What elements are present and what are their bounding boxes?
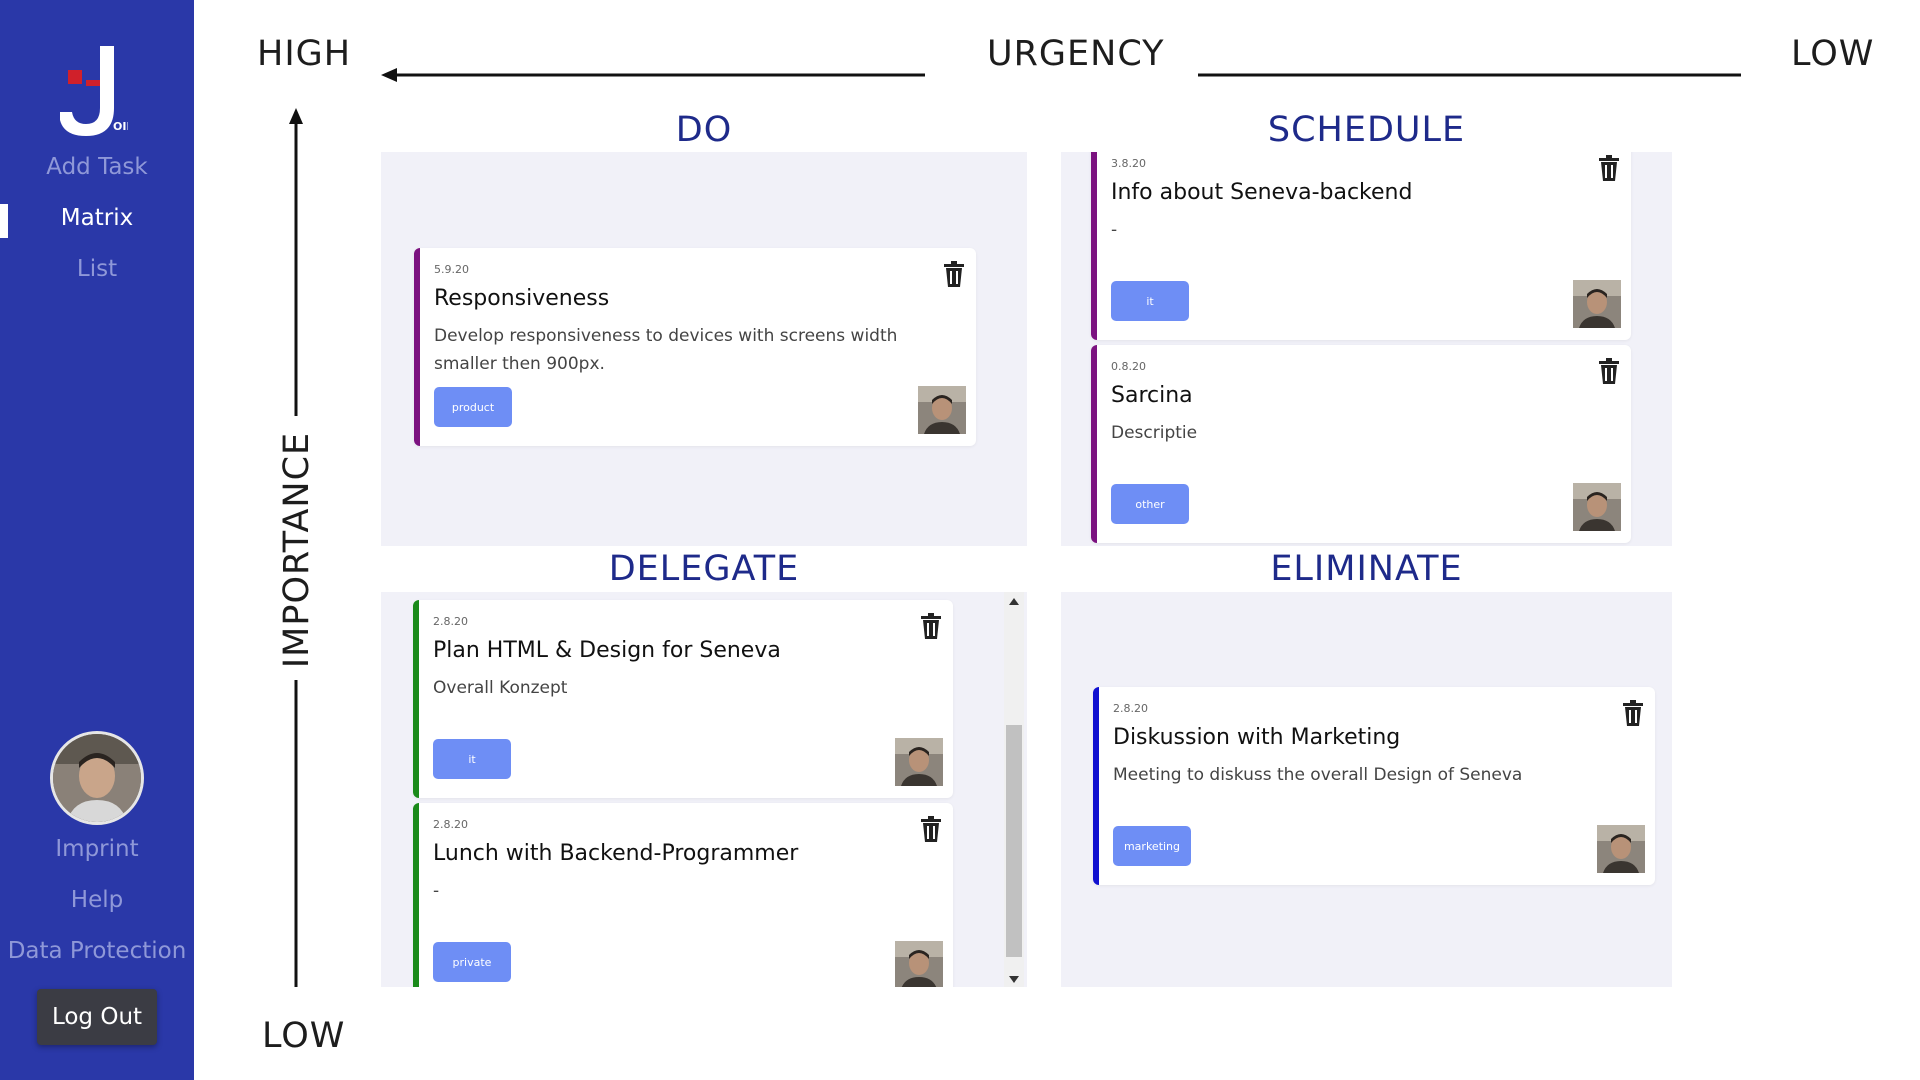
quadrant-title-do: DO xyxy=(675,110,733,150)
assignee-avatar xyxy=(895,941,943,987)
assignee-avatar xyxy=(918,386,966,434)
scrollbar-thumb[interactable] xyxy=(1006,725,1022,957)
task-date: 3.8.20 xyxy=(1111,157,1146,170)
assignee-avatar xyxy=(1573,280,1621,328)
task-description: Develop responsiveness to devices with s… xyxy=(434,326,898,374)
task-title: Responsiveness xyxy=(434,286,610,311)
quadrant-title-delegate: DELEGATE xyxy=(608,549,800,589)
trash-icon[interactable] xyxy=(1597,357,1621,385)
task-date: 2.8.20 xyxy=(433,615,468,628)
task-card[interactable]: 3.8.20 Info about Seneva-backend - it xyxy=(1091,152,1631,340)
quadrant-title-eliminate: ELIMINATE xyxy=(1270,549,1463,589)
task-color-bar xyxy=(413,803,419,987)
delegate-scrollbar[interactable] xyxy=(1004,592,1024,987)
arrow-left-icon xyxy=(381,68,397,82)
task-color-bar xyxy=(414,248,420,446)
task-tag[interactable]: marketing xyxy=(1113,826,1191,866)
task-description: Meeting to diskuss the overall Design of… xyxy=(1113,765,1523,785)
task-color-bar xyxy=(1093,687,1099,885)
scroll-up-arrow-icon[interactable] xyxy=(1004,594,1024,608)
task-card[interactable]: 2.8.20 Diskussion with Marketing Meeting… xyxy=(1093,687,1655,885)
task-date: 0.8.20 xyxy=(1111,360,1146,373)
task-tag[interactable]: other xyxy=(1111,484,1189,524)
task-card[interactable]: 0.8.20 Sarcina Descriptie other xyxy=(1091,345,1631,543)
task-title: Sarcina xyxy=(1111,383,1193,408)
trash-icon[interactable] xyxy=(919,612,943,640)
task-tag[interactable]: it xyxy=(1111,281,1189,321)
quadrant-schedule: 3.8.20 Info about Seneva-backend - it 0.… xyxy=(1061,152,1672,546)
assignee-avatar xyxy=(895,738,943,786)
quadrant-do: 5.9.20 Responsiveness Develop responsive… xyxy=(381,152,1027,546)
quadrant-delegate: 2.8.20 Plan HTML & Design for Seneva Ove… xyxy=(381,592,1027,987)
task-color-bar xyxy=(1091,152,1097,340)
task-title: Info about Seneva-backend xyxy=(1111,180,1413,205)
task-title: Lunch with Backend-Programmer xyxy=(433,841,799,866)
task-tag[interactable]: private xyxy=(433,942,511,982)
quadrant-title-schedule: SCHEDULE xyxy=(1267,110,1466,150)
task-title: Plan HTML & Design for Seneva xyxy=(433,638,781,663)
task-tag[interactable]: product xyxy=(434,387,512,427)
trash-icon[interactable] xyxy=(1597,154,1621,182)
scroll-down-arrow-icon[interactable] xyxy=(1004,971,1024,985)
task-color-bar xyxy=(1091,345,1097,543)
task-title: Diskussion with Marketing xyxy=(1113,725,1401,750)
trash-icon[interactable] xyxy=(942,260,966,288)
assignee-avatar xyxy=(1573,483,1621,531)
task-description: Descriptie xyxy=(1111,423,1198,443)
arrow-up-icon xyxy=(289,108,303,124)
trash-icon[interactable] xyxy=(919,815,943,843)
task-description: - xyxy=(433,881,440,901)
trash-icon[interactable] xyxy=(1621,699,1645,727)
task-description: - xyxy=(1111,220,1118,240)
task-date: 2.8.20 xyxy=(433,818,468,831)
task-description: Overall Konzept xyxy=(433,678,568,698)
quadrant-eliminate: 2.8.20 Diskussion with Marketing Meeting… xyxy=(1061,592,1672,987)
task-color-bar xyxy=(413,600,419,798)
task-card[interactable]: 5.9.20 Responsiveness Develop responsive… xyxy=(414,248,976,446)
assignee-avatar xyxy=(1597,825,1645,873)
task-date: 5.9.20 xyxy=(434,263,469,276)
task-card[interactable]: 2.8.20 Plan HTML & Design for Seneva Ove… xyxy=(413,600,953,798)
task-date: 2.8.20 xyxy=(1113,702,1148,715)
task-card[interactable]: 2.8.20 Lunch with Backend-Programmer - p… xyxy=(413,803,953,987)
task-tag[interactable]: it xyxy=(433,739,511,779)
